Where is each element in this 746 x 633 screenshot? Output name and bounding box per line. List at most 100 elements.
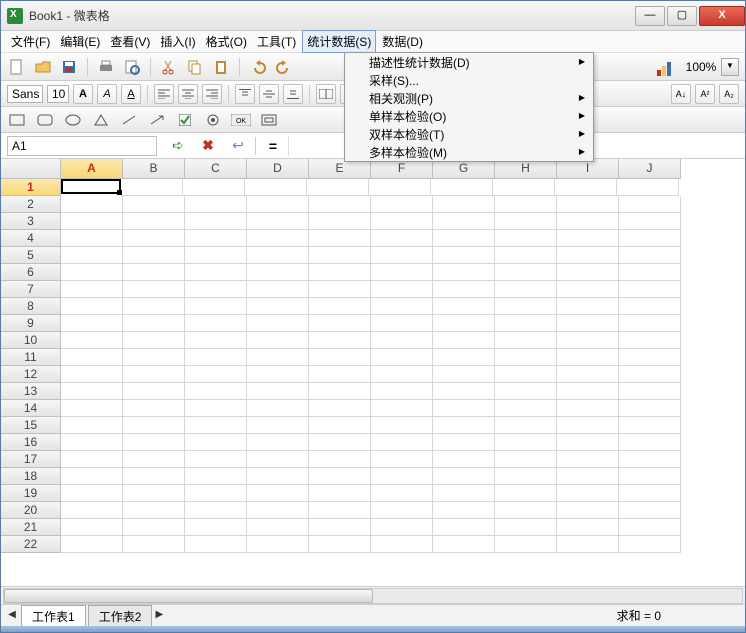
minimize-button[interactable]: —: [635, 6, 665, 26]
cell[interactable]: [371, 366, 433, 383]
maximize-button[interactable]: ▢: [667, 6, 697, 26]
cell[interactable]: [371, 468, 433, 485]
bold-button[interactable]: A: [73, 84, 93, 104]
cell[interactable]: [123, 264, 185, 281]
cell[interactable]: [557, 298, 619, 315]
cell[interactable]: [61, 400, 123, 417]
cell[interactable]: [371, 213, 433, 230]
menu-edit[interactable]: 编辑(E): [56, 31, 104, 52]
cell[interactable]: [371, 434, 433, 451]
row-header[interactable]: 4: [1, 230, 61, 247]
cell[interactable]: [433, 366, 495, 383]
row-header[interactable]: 3: [1, 213, 61, 230]
font-size-combo[interactable]: 10: [47, 85, 69, 103]
cell[interactable]: [433, 519, 495, 536]
cell[interactable]: [433, 264, 495, 281]
valign-middle-button[interactable]: [259, 84, 279, 104]
cell[interactable]: [557, 502, 619, 519]
cell[interactable]: [371, 315, 433, 332]
cell[interactable]: [61, 366, 123, 383]
cell[interactable]: [371, 383, 433, 400]
cell[interactable]: [371, 332, 433, 349]
cell[interactable]: [495, 451, 557, 468]
cell[interactable]: [247, 485, 309, 502]
menu-tools[interactable]: 工具(T): [253, 31, 300, 52]
cell[interactable]: [619, 230, 681, 247]
cell[interactable]: [433, 281, 495, 298]
cell[interactable]: [309, 434, 371, 451]
cell[interactable]: [185, 230, 247, 247]
open-icon[interactable]: [33, 57, 53, 77]
cell[interactable]: [495, 502, 557, 519]
cell[interactable]: [309, 468, 371, 485]
cell[interactable]: [369, 179, 431, 196]
cell[interactable]: [309, 400, 371, 417]
cell[interactable]: [495, 196, 557, 213]
cell[interactable]: [307, 179, 369, 196]
cell[interactable]: [495, 536, 557, 553]
cell[interactable]: [185, 315, 247, 332]
valign-bottom-button[interactable]: [283, 84, 303, 104]
row-header[interactable]: 9: [1, 315, 61, 332]
print-preview-icon[interactable]: [122, 57, 142, 77]
cell[interactable]: [309, 196, 371, 213]
cell[interactable]: [557, 196, 619, 213]
menu-correlation[interactable]: 相关观测(P)▶: [345, 89, 593, 107]
align-right-button[interactable]: [202, 84, 222, 104]
undo-icon[interactable]: [248, 57, 268, 77]
cell[interactable]: [619, 383, 681, 400]
menu-file[interactable]: 文件(F): [7, 31, 54, 52]
print-icon[interactable]: [96, 57, 116, 77]
menu-descriptive-stats[interactable]: 描述性统计数据(D)▶: [345, 53, 593, 71]
cell[interactable]: [371, 230, 433, 247]
column-header[interactable]: B: [123, 159, 185, 179]
cell[interactable]: [433, 196, 495, 213]
row-header[interactable]: 8: [1, 298, 61, 315]
cell[interactable]: [371, 451, 433, 468]
cell[interactable]: [371, 485, 433, 502]
cell[interactable]: [309, 315, 371, 332]
cell[interactable]: [495, 349, 557, 366]
row-header[interactable]: 15: [1, 417, 61, 434]
cell[interactable]: [185, 247, 247, 264]
cell[interactable]: [185, 213, 247, 230]
accept-icon[interactable]: ➪: [167, 136, 189, 156]
cell[interactable]: [619, 400, 681, 417]
cell[interactable]: [185, 366, 247, 383]
menu-view[interactable]: 查看(V): [106, 31, 154, 52]
cell[interactable]: [61, 536, 123, 553]
cell[interactable]: [619, 349, 681, 366]
cell[interactable]: [433, 247, 495, 264]
row-header[interactable]: 2: [1, 196, 61, 213]
cell[interactable]: [619, 519, 681, 536]
cell[interactable]: [309, 366, 371, 383]
cell[interactable]: [185, 519, 247, 536]
row-header[interactable]: 7: [1, 281, 61, 298]
column-header[interactable]: D: [247, 159, 309, 179]
cell[interactable]: [123, 281, 185, 298]
cell[interactable]: [371, 417, 433, 434]
cell[interactable]: [247, 196, 309, 213]
cell[interactable]: [619, 196, 681, 213]
cell[interactable]: [617, 179, 679, 196]
cell[interactable]: [123, 434, 185, 451]
row-header[interactable]: 14: [1, 400, 61, 417]
cell[interactable]: [557, 383, 619, 400]
cell[interactable]: [185, 417, 247, 434]
cell[interactable]: [309, 417, 371, 434]
align-left-button[interactable]: [154, 84, 174, 104]
arrow-tool[interactable]: [147, 111, 167, 129]
cell[interactable]: [309, 332, 371, 349]
superscript-button[interactable]: A²: [695, 84, 715, 104]
cut-icon[interactable]: [159, 57, 179, 77]
cell[interactable]: [309, 519, 371, 536]
cell[interactable]: [371, 519, 433, 536]
sheet-tab-1[interactable]: 工作表1: [21, 605, 86, 627]
cell[interactable]: [123, 519, 185, 536]
cell[interactable]: [557, 366, 619, 383]
cell[interactable]: [61, 196, 123, 213]
cell[interactable]: [619, 281, 681, 298]
cell[interactable]: [309, 536, 371, 553]
cell[interactable]: [185, 383, 247, 400]
cell[interactable]: [185, 298, 247, 315]
